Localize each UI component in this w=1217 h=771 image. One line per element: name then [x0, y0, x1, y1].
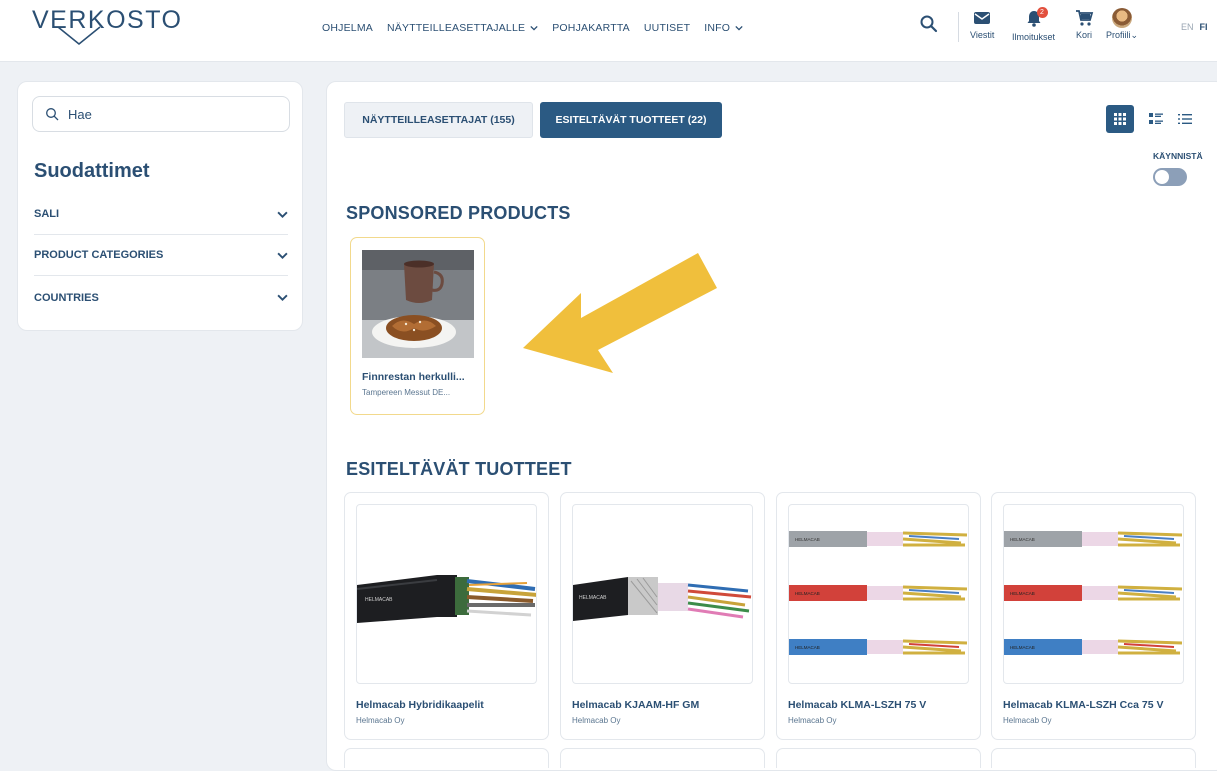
nav-item-uutiset[interactable]: UUTISET	[644, 22, 690, 34]
profile-label: Profiili⌄	[1106, 30, 1139, 40]
product-title: Finnrestan herkulli...	[362, 371, 465, 383]
logo[interactable]: VERKOSTO	[32, 6, 182, 35]
filter-label: SALI	[34, 208, 60, 220]
nav-label: POHJAKARTTA	[552, 22, 630, 34]
product-card[interactable]: HELMACAB Helmacab KJAAM-HF GM Helmacab O…	[560, 492, 765, 740]
notification-badge: 2	[1036, 7, 1048, 18]
grid-icon	[1114, 113, 1126, 125]
nav-item-nayttelleasettajalle[interactable]: NÄYTTEILLEASETTAJALLE	[387, 22, 538, 34]
main-nav: OHJELMA NÄYTTEILLEASETTAJALLE POHJAKARTT…	[322, 22, 743, 34]
language-switcher: EN FI	[1181, 22, 1208, 32]
grid-view-button[interactable]	[1106, 105, 1134, 133]
sidebar-search[interactable]	[32, 96, 290, 132]
product-card-stub	[560, 748, 765, 768]
product-card[interactable]: HELMACAB HELMACAB HELMACAB Helmacab KLMA…	[776, 492, 981, 740]
cart-icon	[1076, 10, 1094, 26]
product-company: Helmacab Oy	[356, 716, 405, 725]
nav-item-pohjakartta[interactable]: POHJAKARTTA	[552, 22, 630, 34]
annotation-arrow-icon	[523, 253, 717, 373]
envelope-icon	[974, 12, 991, 24]
nav-item-info[interactable]: INFO	[704, 22, 743, 34]
nav-item-ohjelma[interactable]: OHJELMA	[322, 22, 373, 34]
product-image-colored-cables: HELMACAB HELMACAB HELMACAB	[788, 504, 969, 684]
cart-button[interactable]: Kori	[1074, 8, 1094, 40]
tab-featured-products[interactable]: ESITELTÄVÄT TUOTTEET (22)	[540, 102, 722, 138]
filter-product-categories[interactable]: PRODUCT CATEGORIES	[34, 235, 288, 276]
logo-text: VERKOSTO	[32, 6, 183, 34]
filters-title: Suodattimet	[34, 160, 150, 182]
svg-text:HELMACAB: HELMACAB	[795, 591, 820, 596]
product-card-stub	[344, 748, 549, 768]
cart-label: Kori	[1075, 30, 1092, 40]
nav-label: INFO	[704, 22, 731, 34]
product-company: Helmacab Oy	[788, 716, 837, 725]
nav-label: NÄYTTEILLEASETTAJALLE	[387, 22, 526, 34]
svg-text:HELMACAB: HELMACAB	[1010, 537, 1035, 542]
product-card-stub	[991, 748, 1196, 768]
compact-list-icon	[1149, 113, 1163, 124]
product-image-black-cable: HELMACAB	[356, 504, 537, 684]
search-icon[interactable]	[918, 13, 940, 35]
notifications-label: Ilmoitukset	[1012, 32, 1056, 42]
nav-label: UUTISET	[643, 22, 691, 34]
product-card[interactable]: HELMACAB Helmacab Hybridikaapelit Helmac…	[344, 492, 549, 740]
filter-sidebar: Suodattimet SALI PRODUCT CATEGORIES COUN…	[17, 81, 303, 331]
toggle-label: KÄYNNISTÄ	[1153, 151, 1203, 161]
sponsored-product-card[interactable]: Finnrestan herkulli... Tampereen Messut …	[350, 237, 485, 415]
product-title: Helmacab KJAAM-HF GM	[572, 699, 700, 711]
product-title: Helmacab KLMA-LSZH Cca 75 V	[1003, 699, 1164, 711]
notifications-button[interactable]: 2 Ilmoitukset	[1012, 7, 1056, 42]
tab-exhibitors[interactable]: NÄYTTEILLEASETTAJAT (155)	[344, 102, 533, 138]
svg-text:HELMACAB: HELMACAB	[1010, 645, 1035, 650]
start-toggle[interactable]	[1153, 168, 1187, 186]
product-title: Helmacab KLMA-LSZH 75 V	[788, 699, 927, 711]
product-company: Helmacab Oy	[572, 716, 621, 725]
chevron-down-icon	[277, 252, 288, 259]
profile-button[interactable]: Profiili⌄	[1106, 8, 1138, 41]
filter-countries[interactable]: COUNTRIES	[34, 277, 288, 318]
product-company: Helmacab Oy	[1003, 716, 1052, 725]
sponsored-products-title: SPONSORED PRODUCTS	[346, 203, 571, 223]
chevron-down-icon	[530, 25, 538, 31]
chevron-down-icon	[277, 211, 288, 218]
list-icon	[1178, 114, 1192, 124]
logo-chevron-icon	[57, 26, 101, 46]
svg-text:HELMACAB: HELMACAB	[795, 645, 820, 650]
messages-label: Viestit	[970, 30, 995, 40]
product-image-black-cable-shielded: HELMACAB	[572, 504, 753, 684]
svg-text:HELMACAB: HELMACAB	[579, 595, 607, 601]
product-image-pastry-coffee	[362, 250, 474, 358]
product-title: Helmacab Hybridikaapelit	[356, 699, 484, 711]
avatar	[1112, 8, 1133, 28]
header-divider	[958, 12, 959, 42]
main-content-panel: NÄYTTEILLEASETTAJAT (155) ESITELTÄVÄT TU…	[326, 81, 1217, 771]
search-input[interactable]	[66, 105, 270, 123]
filter-sali[interactable]: SALI	[34, 194, 288, 235]
featured-products-title: ESITELTÄVÄT TUOTTEET	[346, 459, 572, 479]
compact-list-view-button[interactable]	[1142, 105, 1170, 133]
product-company: Tampereen Messut DE...	[362, 388, 451, 397]
filter-label: PRODUCT CATEGORIES	[34, 249, 164, 261]
chevron-down-icon	[735, 25, 743, 31]
search-icon	[46, 108, 59, 121]
messages-button[interactable]: Viestit	[970, 8, 994, 40]
nav-label: OHJELMA	[322, 22, 373, 34]
language-en[interactable]: EN	[1181, 22, 1194, 32]
svg-text:HELMACAB: HELMACAB	[795, 537, 820, 542]
language-fi[interactable]: FI	[1200, 22, 1208, 32]
product-image-colored-cables: HELMACAB HELMACAB HELMACAB	[1003, 504, 1184, 684]
svg-text:HELMACAB: HELMACAB	[1010, 591, 1035, 596]
svg-text:HELMACAB: HELMACAB	[365, 597, 393, 603]
top-navigation-bar: VERKOSTO OHJELMA NÄYTTEILLEASETTAJALLE P…	[0, 0, 1217, 62]
product-card-stub	[776, 748, 981, 768]
list-view-button[interactable]	[1171, 105, 1199, 133]
product-card[interactable]: HELMACAB HELMACAB HELMACAB Helmacab KLMA…	[991, 492, 1196, 740]
chevron-down-icon	[277, 294, 288, 302]
filter-label: COUNTRIES	[34, 291, 99, 304]
